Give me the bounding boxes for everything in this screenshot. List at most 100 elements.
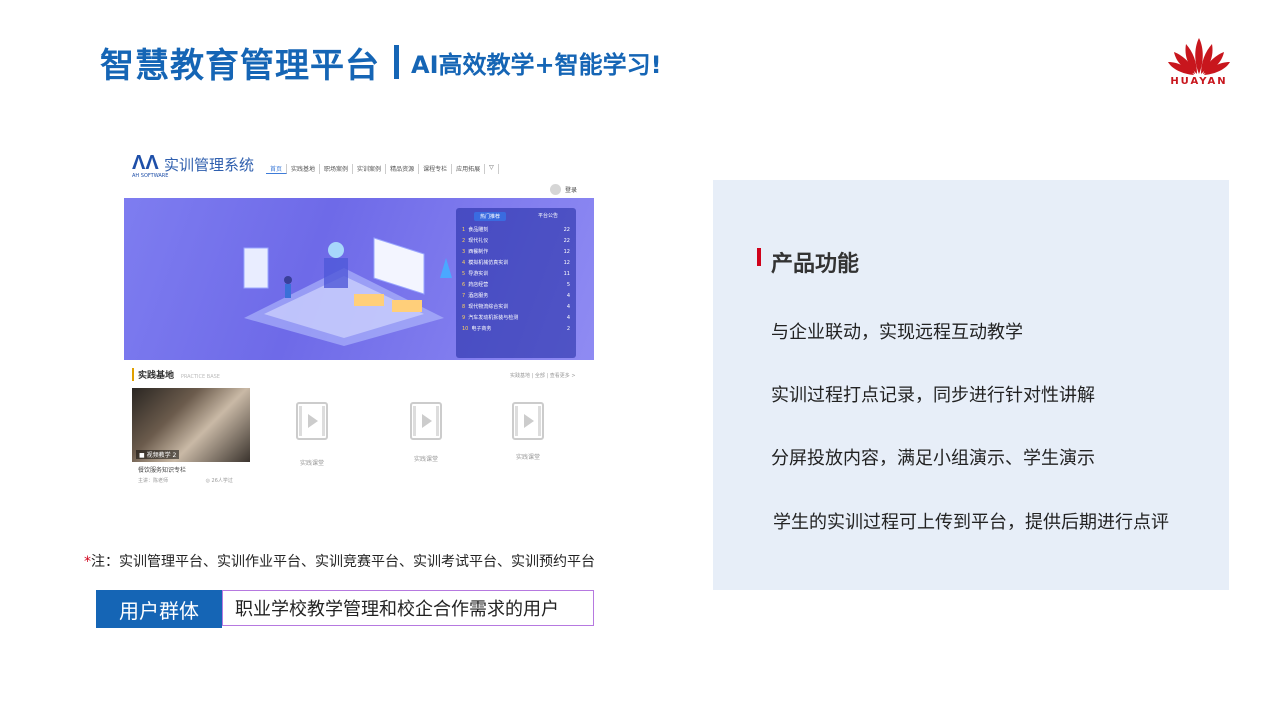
lotus-logo-icon	[1168, 38, 1230, 75]
login-label: 登录	[565, 187, 578, 194]
section-more-link[interactable]: 实践基地 | 全部 | 查看更多 >	[510, 372, 576, 379]
app-logo-sub: AH SOFTWARE	[132, 173, 169, 179]
isometric-classroom-illustration	[243, 237, 452, 346]
nav-item-cases[interactable]: 实训案例	[353, 164, 387, 174]
ranking-item-name: 2 现代礼仪	[462, 238, 488, 245]
ranking-item-label: 药店经营	[468, 282, 489, 288]
course-card-featured[interactable]: ■ 视频教学 2	[132, 388, 250, 466]
feature-item: 学生的实训过程可上传到平台，提供后期进行点评	[773, 512, 1169, 533]
ranking-item-label: 导游实训	[468, 271, 489, 277]
app-title: 实训管理系统	[164, 156, 255, 174]
ranking-item-no: 3	[462, 249, 466, 255]
ranking-item-name: 9 汽车发动机拆装与检测	[462, 315, 518, 322]
app-nav: 首页 实践基地 职场案例 实训案例 精品资源 课程专栏 应用拓展 ▽	[266, 164, 499, 174]
tab-hot[interactable]: 热门推荐	[473, 212, 506, 221]
logo-text: HUAYAN	[1170, 76, 1228, 87]
section-subtitle: PRACTICE BASE	[180, 374, 220, 380]
user-group-label: 用户群体	[96, 590, 222, 628]
note-text: 注：实训管理平台、实训作业平台、实训竞赛平台、实训考试平台、实训预约平台	[91, 554, 595, 570]
ranking-item-name: 1 食品雕刻	[462, 227, 488, 234]
ranking-item[interactable]: 7 酒店服务 4	[456, 291, 576, 302]
ranking-item-label: 现代物流综合实训	[468, 304, 509, 310]
ranking-item-name: 10 电子商务	[462, 326, 491, 333]
course-name: 餐饮服务知识专栏	[138, 467, 187, 474]
ranking-item[interactable]: 9 汽车发动机拆装与检测 4	[456, 313, 576, 324]
ranking-item-name: 8 现代物流综合实训	[462, 304, 508, 311]
section-title: 实践基地 PRACTICE BASE	[132, 368, 220, 381]
feature-item: 与企业联动，实现远程互动教学	[771, 322, 1023, 343]
nav-item-base[interactable]: 实践基地	[287, 164, 321, 174]
ranking-item[interactable]: 8 现代物流综合实训 4	[456, 302, 576, 313]
ranking-item-no: 4	[462, 260, 466, 266]
ranking-item-no: 1	[462, 227, 466, 233]
note-star: *	[84, 554, 91, 570]
ranking-list: 1 食品雕刻 22 2 现代礼仪 22 3 西餐制作 12 4 模拟机械仿真实训 12 5 导游实训 11 6…	[456, 225, 576, 335]
placeholder-caption: 实践课堂	[299, 460, 324, 467]
title-subtitle: AI高效教学+智能学习!	[411, 50, 662, 79]
ranking-item-no: 9	[462, 315, 466, 321]
tab-notice[interactable]: 平台公告	[538, 212, 558, 221]
ranking-item-label: 西餐制作	[468, 249, 489, 255]
ranking-item-name: 7 酒店服务	[462, 293, 488, 300]
ranking-item-count: 12	[563, 249, 570, 255]
ranking-item-name: 4 模拟机械仿真实训	[462, 260, 508, 267]
ranking-item-count: 2	[566, 326, 570, 332]
panel-title: 产品功能	[771, 252, 860, 277]
ranking-item-name: 5 导游实训	[462, 271, 488, 278]
ranking-item-count: 4	[566, 315, 570, 321]
user-group-value: 职业学校教学管理和校企合作需求的用户	[222, 590, 594, 626]
placeholder-caption: 实践课堂	[413, 456, 438, 463]
section-title-text: 实践基地	[138, 371, 175, 381]
product-features-panel: 产品功能 与企业联动，实现远程互动教学 实训过程打点记录，同步进行针对性讲解 分…	[713, 180, 1229, 590]
ranking-item-no: 7	[462, 293, 466, 299]
ranking-item-name: 3 西餐制作	[462, 249, 488, 256]
title-divider	[394, 45, 399, 79]
nav-item-apps[interactable]: 应用拓展	[452, 164, 486, 174]
platform-note: *注：实训管理平台、实训作业平台、实训竞赛平台、实训考试平台、实训预约平台	[84, 551, 595, 571]
nav-item-more[interactable]: ▽	[485, 164, 499, 174]
course-video-badge: ■ 视频教学 2	[136, 450, 180, 459]
ranking-item-count: 4	[566, 293, 570, 299]
placeholder-caption: 实践课堂	[515, 454, 540, 461]
ranking-item[interactable]: 3 西餐制作 12	[456, 247, 576, 258]
ranking-item-label: 现代礼仪	[468, 238, 489, 244]
ranking-item-no: 10	[462, 326, 469, 332]
ranking-item-count: 12	[563, 260, 570, 266]
ranking-item-no: 2	[462, 238, 466, 244]
ranking-item-count: 22	[563, 227, 570, 233]
page-title: 智慧教育管理平台 AI高效教学+智能学习!	[100, 40, 662, 86]
nav-item-career[interactable]: 职场案例	[320, 164, 354, 174]
ranking-item-no: 8	[462, 304, 466, 310]
video-placeholder-icon	[512, 402, 544, 440]
ranking-item[interactable]: 10 电子商务 2	[456, 324, 576, 335]
ranking-item-count: 5	[566, 282, 570, 288]
ranking-item[interactable]: 4 模拟机械仿真实训 12	[456, 258, 576, 269]
app-logo-icon: ΛΛ	[132, 152, 159, 174]
title-marker	[757, 248, 761, 266]
ranking-item[interactable]: 6 药店经营 5	[456, 280, 576, 291]
video-placeholder-icon	[410, 402, 442, 440]
nav-item-courses[interactable]: 课程专栏	[419, 164, 453, 174]
nav-item-home[interactable]: 首页	[266, 164, 288, 174]
ranking-item-count: 11	[563, 271, 570, 277]
ranking-item-label: 酒店服务	[468, 293, 489, 299]
ranking-item-label: 食品雕刻	[468, 227, 489, 233]
title-main: 智慧教育管理平台	[100, 45, 380, 86]
ranking-item-count: 4	[566, 304, 570, 310]
huayan-logo: HUAYAN	[1164, 36, 1234, 88]
ranking-item-label: 汽车发动机拆装与检测	[468, 315, 519, 321]
video-placeholder-icon	[296, 402, 328, 440]
ranking-item-label: 模拟机械仿真实训	[468, 260, 509, 266]
ranking-item[interactable]: 5 导游实训 11	[456, 269, 576, 280]
feature-item: 分屏投放内容，满足小组演示、学生演示	[771, 448, 1095, 469]
ranking-item-no: 5	[462, 271, 466, 277]
login-button[interactable]: 登录	[550, 184, 577, 195]
ranking-tabs: 热门推荐 平台公告	[456, 208, 576, 225]
feature-item: 实训过程打点记录，同步进行针对性讲解	[771, 385, 1095, 406]
user-avatar-icon	[550, 184, 561, 195]
ranking-item-no: 6	[462, 282, 466, 288]
nav-item-resources[interactable]: 精品资源	[386, 164, 420, 174]
ranking-item-name: 6 药店经营	[462, 282, 488, 289]
ranking-item[interactable]: 2 现代礼仪 22	[456, 236, 576, 247]
ranking-item[interactable]: 1 食品雕刻 22	[456, 225, 576, 236]
